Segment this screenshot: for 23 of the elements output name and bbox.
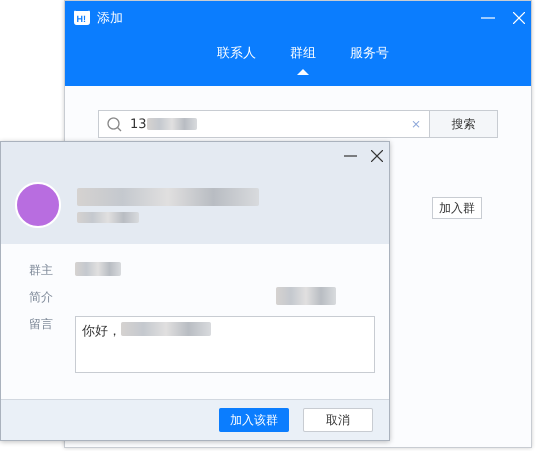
search-text: 13 <box>130 116 147 132</box>
join-button[interactable]: 加入该群 <box>219 408 289 432</box>
field-label: 留言 <box>29 316 54 333</box>
search-field[interactable]: 13 × <box>98 110 430 138</box>
redacted-text <box>77 212 139 222</box>
tab[interactable]: 联系人 <box>217 45 256 75</box>
redacted-text <box>276 287 336 305</box>
close-icon[interactable] <box>371 150 383 162</box>
redacted-text <box>146 118 197 130</box>
window-title: 添加 <box>97 10 123 27</box>
message-field[interactable]: 你好， <box>75 316 375 373</box>
group-avatar <box>15 182 61 228</box>
search-icon <box>107 116 122 132</box>
minimize-icon[interactable] <box>344 155 357 157</box>
field-label: 群主 <box>29 262 54 279</box>
app-logo-icon: H! <box>73 10 91 26</box>
cancel-button[interactable]: 取消 <box>303 408 373 432</box>
search-button[interactable]: 搜索 <box>430 110 498 138</box>
redacted-text <box>75 262 121 276</box>
tab[interactable]: 群组 <box>290 45 316 75</box>
field-label: 简介 <box>29 289 54 306</box>
tab[interactable]: 服务号 <box>350 45 389 75</box>
join-group-button[interactable]: 加入群 <box>432 197 482 219</box>
